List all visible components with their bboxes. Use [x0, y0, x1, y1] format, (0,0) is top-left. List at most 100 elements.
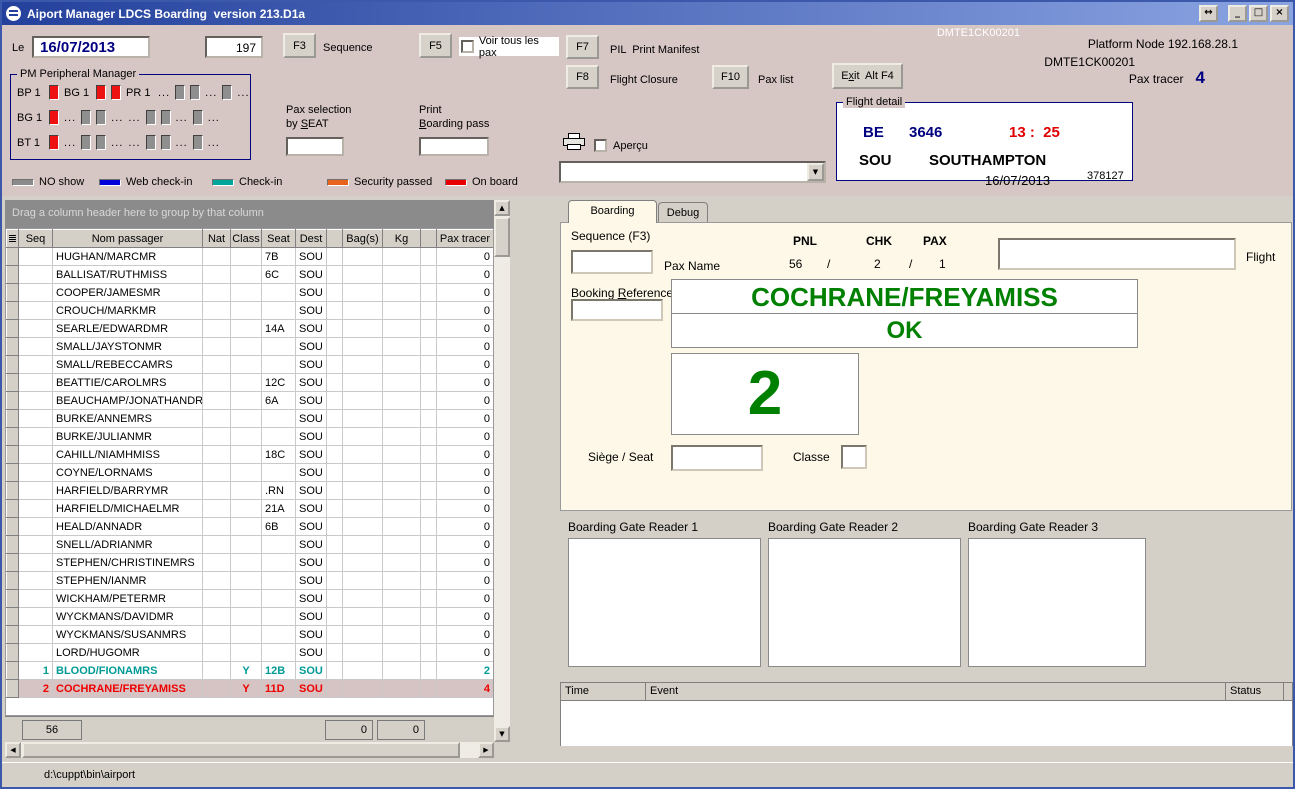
- title-bar[interactable]: Aiport Manager LDCS Boarding version 213…: [2, 2, 1293, 25]
- cell: [383, 500, 421, 518]
- printer-icon[interactable]: [563, 133, 585, 151]
- exit-button[interactable]: Exit Alt F4: [832, 63, 903, 89]
- table-row[interactable]: BEATTIE/CAROLMRS12CSOU0: [7, 374, 494, 392]
- close-button[interactable]: ×: [1270, 5, 1289, 22]
- seat-input[interactable]: [671, 445, 763, 471]
- table-row[interactable]: SEARLE/EDWARDMR14ASOU0: [7, 320, 494, 338]
- table-row[interactable]: COOPER/JAMESMRSOU0: [7, 284, 494, 302]
- table-row[interactable]: WYCKMANS/SUSANMRSSOU0: [7, 626, 494, 644]
- resize-button[interactable]: ↔: [1199, 5, 1218, 22]
- scroll-right-icon[interactable]: ▶: [478, 742, 494, 758]
- table-row[interactable]: HARFIELD/MICHAELMR21ASOU0: [7, 500, 494, 518]
- table-row[interactable]: BALLISAT/RUTHMISS6CSOU0: [7, 266, 494, 284]
- peripheral-dots: ...: [237, 87, 249, 99]
- booking-reference-input[interactable]: [571, 299, 663, 321]
- boarding-pass-input[interactable]: [419, 137, 489, 156]
- cell: [421, 482, 437, 500]
- pax-selection-input[interactable]: [286, 137, 344, 156]
- sequence-count-field[interactable]: 197: [205, 36, 263, 58]
- checkbox-icon[interactable]: [461, 40, 474, 53]
- pax-selection-label: Pax selection: [286, 104, 351, 116]
- gate-reader-box[interactable]: [568, 538, 761, 667]
- table-row[interactable]: STEPHEN/IANMRSOU0: [7, 572, 494, 590]
- flight-input[interactable]: [998, 238, 1236, 270]
- event-column-header[interactable]: Event: [646, 683, 1226, 700]
- cell: SOU: [296, 374, 327, 392]
- table-row[interactable]: STEPHEN/CHRISTINEMRSSOU0: [7, 554, 494, 572]
- sequence-input[interactable]: [571, 250, 653, 274]
- cell: 4: [437, 680, 494, 698]
- f8-button[interactable]: F8: [566, 65, 599, 89]
- class-input[interactable]: [841, 445, 867, 469]
- table-row[interactable]: BURKE/ANNEMRSSOU0: [7, 410, 494, 428]
- table-row[interactable]: CAHILL/NIAMHMISS18CSOU0: [7, 446, 494, 464]
- column-header[interactable]: Kg: [383, 230, 421, 248]
- column-header[interactable]: Seat: [262, 230, 296, 248]
- table-row[interactable]: HARFIELD/BARRYMR.RNSOU0: [7, 482, 494, 500]
- table-row[interactable]: SMALL/JAYSTONMRSOU0: [7, 338, 494, 356]
- table-row[interactable]: WICKHAM/PETERMRSOU0: [7, 590, 494, 608]
- status-bar: d:\cuppt\bin\airport: [2, 762, 1293, 787]
- vertical-scrollbar[interactable]: ▲ ▼: [494, 200, 510, 742]
- column-header[interactable]: Class: [231, 230, 262, 248]
- column-header[interactable]: Nom passager: [53, 230, 203, 248]
- table-row[interactable]: COYNE/LORNAMSSOU0: [7, 464, 494, 482]
- tab-boarding[interactable]: Boarding: [568, 200, 657, 223]
- tab-debug[interactable]: Debug: [658, 202, 708, 222]
- table-row[interactable]: LORD/HUGOMRSOU0: [7, 644, 494, 662]
- maximize-button[interactable]: □: [1249, 5, 1268, 22]
- f3-button[interactable]: F3: [283, 33, 316, 58]
- cell: [262, 284, 296, 302]
- group-by-drop-zone[interactable]: Drag a column header here to group by th…: [5, 200, 494, 228]
- cell: [19, 284, 53, 302]
- table-row[interactable]: BURKE/JULIANMRSOU0: [7, 428, 494, 446]
- column-header[interactable]: Pax tracer: [437, 230, 494, 248]
- event-column-header[interactable]: Status: [1226, 683, 1284, 700]
- table-row[interactable]: HEALD/ANNADR6BSOU0: [7, 518, 494, 536]
- apercu-checkbox[interactable]: [594, 139, 607, 152]
- date-field[interactable]: 16/07/2013: [32, 36, 150, 58]
- cell: 0: [437, 554, 494, 572]
- table-row[interactable]: 1BLOOD/FIONAMRSY12BSOU2: [7, 662, 494, 680]
- scrollbar-thumb[interactable]: [494, 217, 510, 257]
- printer-select[interactable]: ▼: [559, 161, 826, 183]
- table-row[interactable]: CROUCH/MARKMRSOU0: [7, 302, 494, 320]
- table-row[interactable]: HUGHAN/MARCMR7BSOU0: [7, 248, 494, 266]
- gate-reader: Boarding Gate Reader 3: [968, 520, 1146, 667]
- column-header[interactable]: Bag(s): [343, 230, 383, 248]
- event-column-header[interactable]: [1284, 683, 1292, 700]
- cell: SOU: [296, 356, 327, 374]
- peripheral-device-label: BG 1: [64, 87, 91, 99]
- minimize-button[interactable]: _: [1228, 5, 1247, 22]
- cell: [231, 572, 262, 590]
- column-header[interactable]: Dest: [296, 230, 327, 248]
- voir-tous-checkbox[interactable]: Voir tous les pax: [459, 37, 559, 56]
- cell: [421, 464, 437, 482]
- scroll-up-icon[interactable]: ▲: [494, 200, 510, 216]
- event-log-body[interactable]: [561, 701, 1292, 746]
- column-header[interactable]: ≣: [7, 230, 19, 248]
- table-row[interactable]: BEAUCHAMP/JONATHANDR6ASOU0: [7, 392, 494, 410]
- event-column-header[interactable]: Time: [561, 683, 646, 700]
- cell: [343, 428, 383, 446]
- gate-reader-box[interactable]: [968, 538, 1146, 667]
- scroll-left-icon[interactable]: ◀: [5, 742, 21, 758]
- cell: 0: [437, 464, 494, 482]
- f5-button[interactable]: F5: [419, 33, 452, 58]
- column-header[interactable]: Seq: [19, 230, 53, 248]
- horizontal-scrollbar[interactable]: ◀ ▶: [5, 742, 494, 758]
- table-row[interactable]: 2COCHRANE/FREYAMISSY11DSOU4: [7, 680, 494, 698]
- cell: [343, 644, 383, 662]
- f10-button[interactable]: F10: [712, 65, 749, 89]
- combo-arrow-icon[interactable]: ▼: [807, 163, 824, 181]
- column-header[interactable]: [421, 230, 437, 248]
- column-header[interactable]: Nat: [203, 230, 231, 248]
- scrollbar-thumb[interactable]: [22, 742, 460, 758]
- table-row[interactable]: WYCKMANS/DAVIDMRSOU0: [7, 608, 494, 626]
- table-row[interactable]: SNELL/ADRIANMRSOU0: [7, 536, 494, 554]
- scroll-down-icon[interactable]: ▼: [494, 726, 510, 742]
- table-row[interactable]: SMALL/REBECCAMRSSOU0: [7, 356, 494, 374]
- column-header[interactable]: [327, 230, 343, 248]
- f7-button[interactable]: F7: [566, 35, 599, 59]
- gate-reader-box[interactable]: [768, 538, 961, 667]
